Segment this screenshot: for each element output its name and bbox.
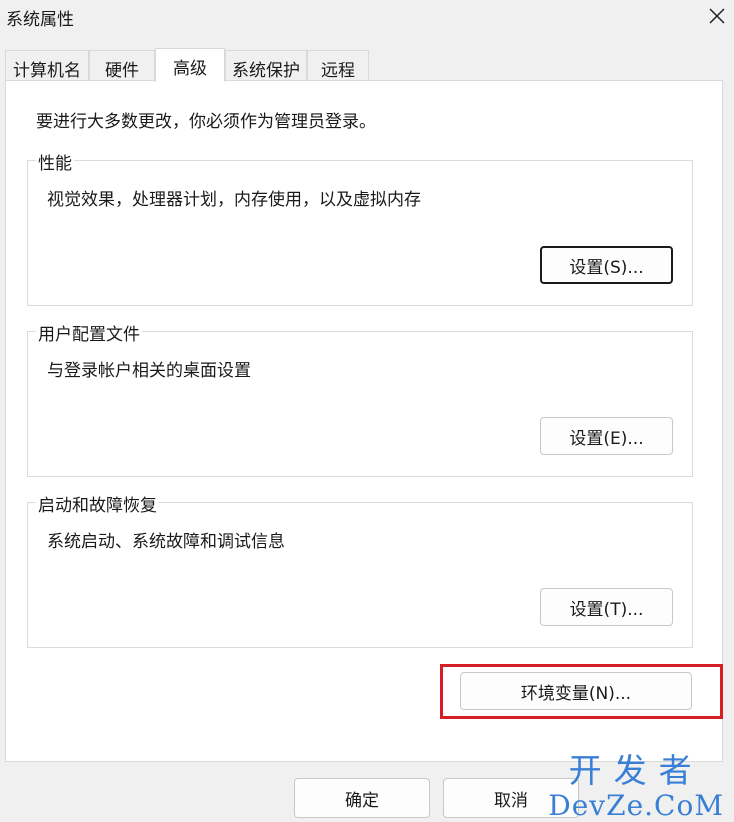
tab-remote[interactable]: 远程 xyxy=(307,50,369,82)
performance-settings-button[interactable]: 设置(S)... xyxy=(540,246,673,284)
startup-recovery-group xyxy=(27,502,693,648)
user-profiles-group xyxy=(27,331,693,477)
watermark: 开发者 DevZe.CoM xyxy=(548,752,724,822)
watermark-bottom-text: DevZe.CoM xyxy=(548,789,724,822)
close-icon xyxy=(709,8,725,24)
tab-system-protection[interactable]: 系统保护 xyxy=(225,50,307,82)
user-profiles-description: 与登录帐户相关的桌面设置 xyxy=(47,361,251,381)
title-bar: 系统属性 xyxy=(0,0,734,36)
tab-computer-name[interactable]: 计算机名 xyxy=(5,50,89,82)
ok-button[interactable]: 确定 xyxy=(294,778,430,818)
close-button[interactable] xyxy=(700,0,734,32)
user-profiles-group-title: 用户配置文件 xyxy=(36,320,142,345)
performance-group xyxy=(27,160,693,306)
watermark-top-text: 开发者 xyxy=(568,751,704,790)
startup-recovery-description: 系统启动、系统故障和调试信息 xyxy=(47,532,285,552)
admin-notice: 要进行大多数更改，你必须作为管理员登录。 xyxy=(36,112,376,132)
startup-recovery-group-title: 启动和故障恢复 xyxy=(36,491,159,516)
tab-hardware[interactable]: 硬件 xyxy=(89,50,155,82)
user-profiles-settings-button[interactable]: 设置(E)... xyxy=(540,417,673,455)
tab-advanced[interactable]: 高级 xyxy=(155,48,225,82)
highlight-box xyxy=(440,664,723,719)
performance-description: 视觉效果，处理器计划，内存使用，以及虚拟内存 xyxy=(47,190,421,210)
performance-group-title: 性能 xyxy=(36,149,74,174)
startup-recovery-settings-button[interactable]: 设置(T)... xyxy=(540,588,673,626)
window-title: 系统属性 xyxy=(6,10,74,30)
